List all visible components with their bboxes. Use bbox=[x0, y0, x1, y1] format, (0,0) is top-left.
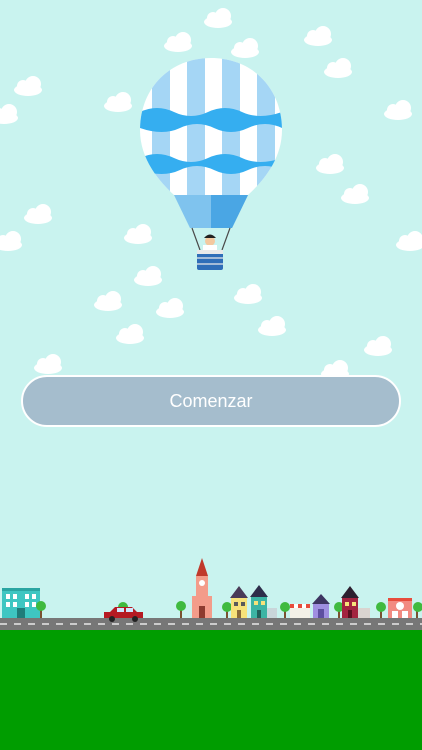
tree-icon bbox=[176, 601, 186, 618]
tree-icon bbox=[413, 602, 422, 618]
house-icon bbox=[250, 585, 277, 618]
church-icon bbox=[192, 558, 212, 618]
grass-ground bbox=[0, 630, 422, 750]
tree-icon bbox=[280, 602, 290, 618]
tree-icon bbox=[222, 602, 232, 618]
house-icon bbox=[341, 586, 370, 618]
office-building-icon bbox=[2, 588, 40, 618]
shop-icon bbox=[290, 604, 310, 618]
start-button[interactable]: Comenzar bbox=[21, 375, 401, 427]
house-icon bbox=[230, 586, 248, 618]
shop-icon bbox=[388, 598, 412, 618]
tree-icon bbox=[376, 602, 386, 618]
house-icon bbox=[312, 594, 330, 618]
start-button-label: Comenzar bbox=[169, 390, 253, 411]
